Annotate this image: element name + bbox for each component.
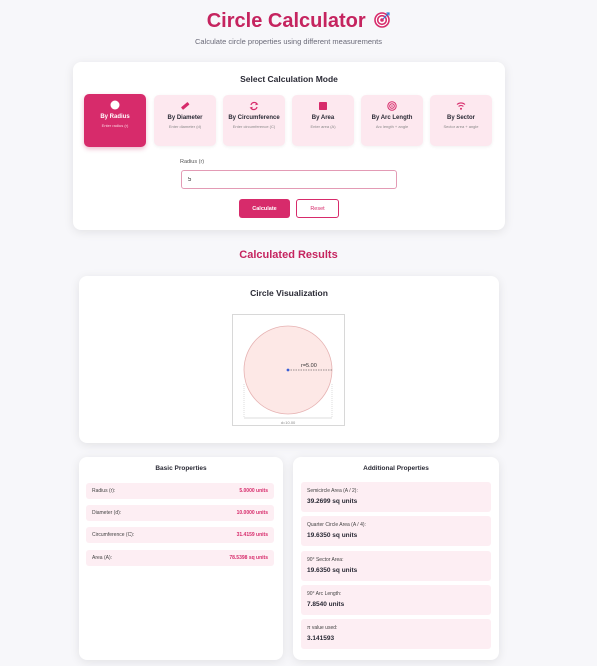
- mode-description: Enter radius (r): [101, 123, 129, 128]
- property-label: Area (A):: [92, 555, 113, 561]
- mode-label: By Diameter: [167, 115, 203, 121]
- mode-by-radius-button[interactable]: By Radius Enter radius (r): [84, 94, 146, 147]
- mode-label: By Sector: [446, 115, 475, 121]
- additional-property-row: 90° Sector Area: 19.6350 sq units: [301, 551, 491, 581]
- mode-description: Arc length + angle: [375, 124, 409, 129]
- basic-properties-card: Basic Properties Radius (r): 5.0000 unit…: [79, 457, 283, 660]
- property-label: Semicircle Area (A / 2):: [307, 488, 358, 494]
- mode-by-area-button[interactable]: By Area Enter area (A): [292, 95, 354, 146]
- page-title-text: Circle Calculator: [206, 10, 366, 32]
- additional-properties-title: Additional Properties: [363, 465, 429, 472]
- mode-description: Sector area + angle: [443, 124, 479, 129]
- reset-button[interactable]: Reset: [296, 199, 339, 218]
- property-value: 7.8540 units: [307, 601, 345, 608]
- mode-description: Enter diameter (d): [168, 124, 202, 129]
- target-icon: [387, 101, 397, 111]
- property-value: 19.6350 sq units: [307, 567, 358, 574]
- mode-label: By Circumference: [228, 115, 280, 121]
- property-value: 10.0000 units: [236, 510, 268, 516]
- property-row: Area (A): 78.5398 sq units: [86, 550, 274, 566]
- center-point: [286, 368, 290, 372]
- mode-label: By Area: [311, 115, 335, 121]
- property-value: 3.141593: [307, 635, 335, 642]
- property-row: Circumference (C): 31.4159 units: [86, 527, 274, 543]
- property-value: 19.6350 sq units: [307, 532, 358, 539]
- ruler-icon: [181, 102, 190, 110]
- additional-property-row: Quarter Circle Area (A / 4): 19.6350 sq …: [301, 516, 491, 546]
- mode-label: By Radius: [100, 114, 130, 120]
- property-label: Quarter Circle Area (A / 4):: [307, 522, 366, 528]
- mode-section-title: Select Calculation Mode: [240, 74, 338, 84]
- visualization-card: Circle Visualization r=5.00 d=10.00: [79, 276, 499, 443]
- calculate-button[interactable]: Calculate: [239, 199, 290, 218]
- results-title: Calculated Results: [239, 249, 338, 261]
- property-value: 5.0000 units: [239, 488, 268, 494]
- property-label: π value used:: [307, 625, 338, 631]
- property-value: 39.2699 sq units: [307, 498, 358, 505]
- property-label: Radius (r):: [92, 488, 116, 494]
- property-label: 90° Arc Length:: [307, 591, 342, 597]
- diameter-label: d=10.00: [281, 420, 296, 425]
- square-icon: [319, 102, 327, 110]
- circle-visualization: r=5.00 d=10.00: [232, 314, 345, 426]
- additional-property-row: π value used: 3.141593: [301, 619, 491, 649]
- mode-by-circumference-button[interactable]: By Circumference Enter circumference (C): [223, 95, 285, 146]
- property-value: 31.4159 units: [236, 532, 268, 538]
- radius-input[interactable]: [181, 170, 397, 189]
- wifi-icon: [456, 102, 466, 110]
- radius-input-label: Radius (r): [180, 159, 205, 165]
- property-label: Circumference (C):: [92, 532, 135, 538]
- property-label: Diameter (d):: [92, 510, 122, 516]
- calculation-mode-card: Select Calculation Mode By Radius Enter …: [73, 62, 505, 230]
- visualization-title: Circle Visualization: [250, 288, 328, 298]
- mode-description: Enter circumference (C): [232, 124, 276, 129]
- mode-by-sector-button[interactable]: By Sector Sector area + angle: [430, 95, 492, 146]
- page-title: Circle Calculator: [0, 10, 597, 33]
- mode-label: By Arc Length: [371, 115, 413, 121]
- property-label: 90° Sector Area:: [307, 557, 344, 563]
- additional-property-row: 90° Arc Length: 7.8540 units: [301, 585, 491, 615]
- property-row: Diameter (d): 10.0000 units: [86, 505, 274, 521]
- target-icon: [374, 12, 391, 28]
- radius-label: r=5.00: [301, 363, 317, 369]
- property-value: 78.5398 sq units: [229, 555, 268, 561]
- page-subtitle: Calculate circle properties using differ…: [194, 37, 383, 46]
- additional-properties-card: Additional Properties Semicircle Area (A…: [293, 457, 499, 660]
- basic-properties-title: Basic Properties: [155, 465, 207, 472]
- property-row: Radius (r): 5.0000 units: [86, 483, 274, 499]
- mode-by-diameter-button[interactable]: By Diameter Enter diameter (d): [154, 95, 216, 146]
- mode-by-arc-length-button[interactable]: By Arc Length Arc length + angle: [361, 95, 423, 146]
- mode-description: Enter area (A): [310, 124, 336, 129]
- circle-icon: [110, 100, 120, 110]
- refresh-icon: [249, 101, 259, 111]
- additional-property-row: Semicircle Area (A / 2): 39.2699 sq unit…: [301, 482, 491, 512]
